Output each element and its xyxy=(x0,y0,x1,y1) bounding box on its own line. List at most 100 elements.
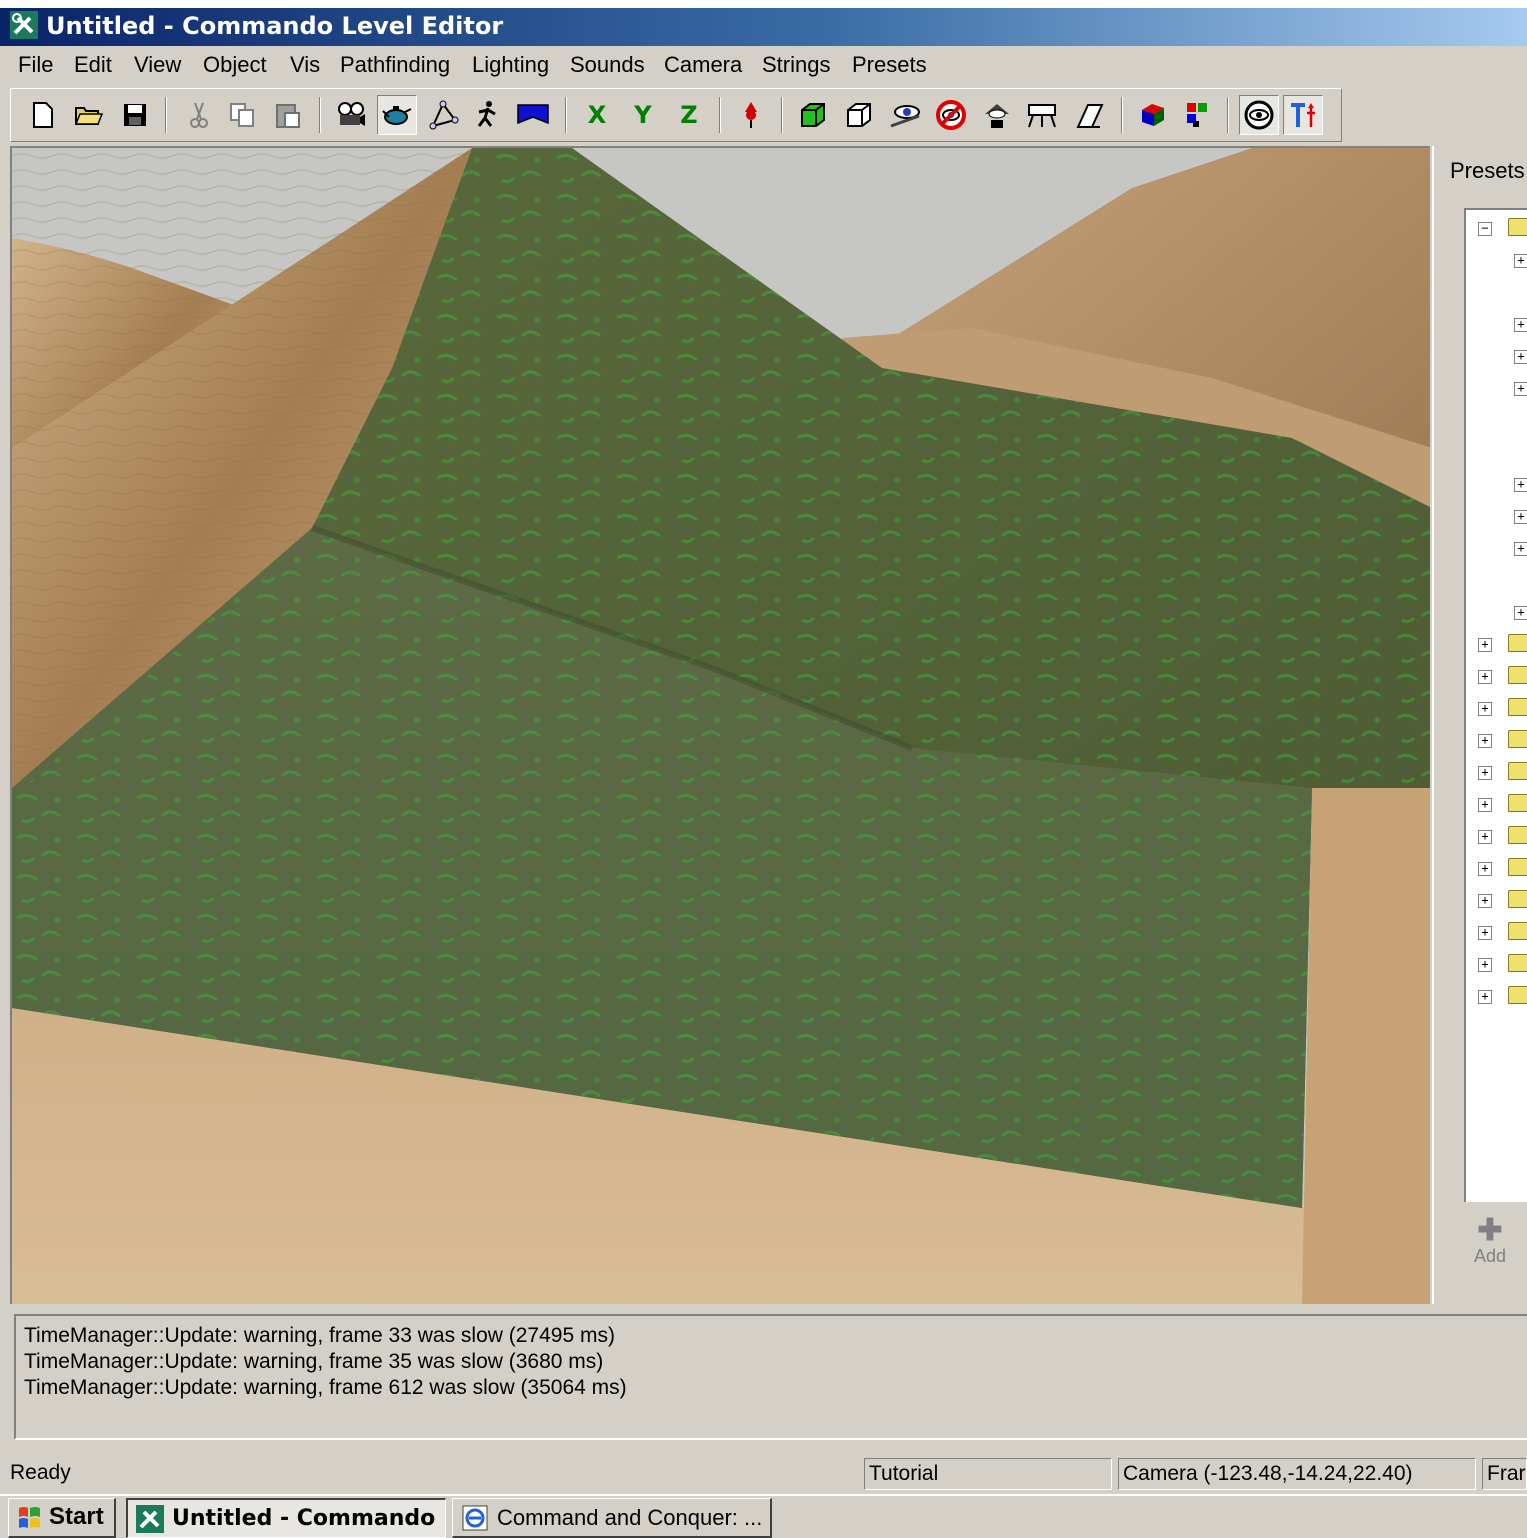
object-mode-icon[interactable] xyxy=(377,95,417,135)
folder-icon xyxy=(1508,986,1527,1004)
toolbar-separator xyxy=(165,97,167,133)
new-file-icon[interactable] xyxy=(23,95,63,135)
expand-icon[interactable]: + xyxy=(1514,382,1527,396)
x-axis-icon[interactable]: X xyxy=(577,95,617,135)
expand-icon[interactable]: + xyxy=(1478,766,1492,780)
menu-vis[interactable]: Vis xyxy=(290,52,320,78)
folder-icon xyxy=(1508,858,1527,876)
cut-icon[interactable] xyxy=(179,95,219,135)
log-line: TimeManager::Update: warning, frame 612 … xyxy=(24,1376,627,1399)
open-folder-icon[interactable] xyxy=(69,95,109,135)
z-axis-icon[interactable]: Z xyxy=(669,95,709,135)
expand-icon[interactable]: + xyxy=(1478,830,1492,844)
menu-lighting[interactable]: Lighting xyxy=(472,52,549,78)
expand-icon[interactable]: + xyxy=(1478,894,1492,908)
expand-icon[interactable]: + xyxy=(1514,606,1527,620)
folder-icon xyxy=(1508,922,1527,940)
save-icon[interactable] xyxy=(115,95,155,135)
expand-icon[interactable]: + xyxy=(1478,702,1492,716)
flag-icon[interactable] xyxy=(513,95,553,135)
collapse-icon[interactable]: − xyxy=(1478,222,1492,236)
menu-sounds[interactable]: Sounds xyxy=(570,52,645,78)
hide-icon[interactable] xyxy=(931,95,971,135)
eye-icon[interactable] xyxy=(885,95,925,135)
menu-camera[interactable]: Camera xyxy=(664,52,742,78)
folder-icon xyxy=(1508,890,1527,908)
expand-icon[interactable]: + xyxy=(1514,510,1527,524)
folder-icon xyxy=(1508,634,1527,652)
menu-presets[interactable]: Presets xyxy=(852,52,927,78)
color-cube-icon[interactable] xyxy=(1133,95,1173,135)
browser-icon xyxy=(462,1505,488,1531)
status-mode: Tutorial xyxy=(864,1458,1112,1490)
view-toggle-icon[interactable] xyxy=(1239,95,1279,135)
folder-icon xyxy=(1508,826,1527,844)
title-bar[interactable]: Untitled - Commando Level Editor xyxy=(0,0,1527,46)
toolbar-separator xyxy=(565,97,567,133)
toolbar-separator xyxy=(319,97,321,133)
terrain-scene xyxy=(12,148,1430,1304)
toolbar: X Y Z xyxy=(10,88,1342,142)
toolbar-separator xyxy=(781,97,783,133)
menu-pathfinding[interactable]: Pathfinding xyxy=(340,52,450,78)
expand-icon[interactable]: + xyxy=(1514,478,1527,492)
y-axis-icon[interactable]: Y xyxy=(623,95,663,135)
folder-icon xyxy=(1508,666,1527,684)
solid-box-icon[interactable] xyxy=(793,95,833,135)
paste-icon[interactable] xyxy=(269,95,309,135)
taskbar-item-level-editor[interactable]: Untitled - Commando ... xyxy=(126,1498,446,1538)
presets-tree[interactable]: − + + + + + + + + + + + + + + + + + + + … xyxy=(1464,208,1527,1202)
folder-icon xyxy=(1508,218,1527,236)
expand-icon[interactable]: + xyxy=(1478,638,1492,652)
toolbar-separator xyxy=(1227,97,1229,133)
start-button[interactable]: Start xyxy=(8,1498,116,1538)
camera-mode-icon[interactable] xyxy=(331,95,371,135)
menu-strings[interactable]: Strings xyxy=(762,52,830,78)
log-line: TimeManager::Update: warning, frame 35 w… xyxy=(24,1350,604,1373)
expand-icon[interactable]: + xyxy=(1514,318,1527,332)
palette-icon[interactable] xyxy=(1177,95,1217,135)
expand-icon[interactable]: + xyxy=(1478,798,1492,812)
text-icon[interactable] xyxy=(1283,95,1323,135)
presets-panel: Presets − + + + + + + + + + + + + + + + … xyxy=(1432,146,1527,1304)
vis-icon[interactable] xyxy=(977,95,1017,135)
walk-icon[interactable] xyxy=(467,95,507,135)
expand-icon[interactable]: + xyxy=(1514,254,1527,268)
expand-icon[interactable]: + xyxy=(1478,734,1492,748)
folder-icon xyxy=(1508,698,1527,716)
expand-icon[interactable]: + xyxy=(1478,990,1492,1004)
menu-view[interactable]: View xyxy=(134,52,181,78)
plus-icon: ✚ xyxy=(1477,1214,1503,1247)
expand-icon[interactable]: + xyxy=(1478,958,1492,972)
add-preset-button[interactable]: ✚ Add xyxy=(1460,1216,1520,1276)
wire-box-icon[interactable] xyxy=(839,95,879,135)
output-log[interactable]: TimeManager::Update: warning, frame 33 w… xyxy=(14,1314,1527,1440)
3d-viewport[interactable] xyxy=(10,146,1430,1304)
presets-title: Presets xyxy=(1450,158,1525,183)
taskbar: Start Untitled - Commando ... Command an… xyxy=(0,1494,1527,1538)
expand-icon[interactable]: + xyxy=(1514,350,1527,364)
app-icon xyxy=(136,1505,164,1533)
menu-object[interactable]: Object xyxy=(203,52,267,78)
status-frame: Frar xyxy=(1482,1458,1527,1490)
gizmo-icon[interactable] xyxy=(423,95,463,135)
windows-logo-icon xyxy=(19,1507,40,1528)
backdrop-icon[interactable] xyxy=(1023,95,1063,135)
expand-icon[interactable]: + xyxy=(1478,862,1492,876)
status-camera: Camera (-123.48,-14.24,22.40) xyxy=(1118,1458,1476,1490)
expand-icon[interactable]: + xyxy=(1478,670,1492,684)
status-ready: Ready xyxy=(10,1461,71,1484)
window-title: Untitled - Commando Level Editor xyxy=(46,12,504,40)
ruler-icon[interactable] xyxy=(1069,95,1109,135)
expand-icon[interactable]: + xyxy=(1514,542,1527,556)
app-icon xyxy=(10,11,38,39)
menu-file[interactable]: File xyxy=(18,52,53,78)
taskbar-item-browser[interactable]: Command and Conquer: ... xyxy=(452,1498,772,1538)
copy-icon[interactable] xyxy=(223,95,263,135)
folder-icon xyxy=(1508,794,1527,812)
toolbar-separator xyxy=(719,97,721,133)
status-bar: Ready Tutorial Camera (-123.48,-14.24,22… xyxy=(0,1456,1527,1492)
pin-icon[interactable] xyxy=(731,95,771,135)
expand-icon[interactable]: + xyxy=(1478,926,1492,940)
menu-edit[interactable]: Edit xyxy=(74,52,112,78)
